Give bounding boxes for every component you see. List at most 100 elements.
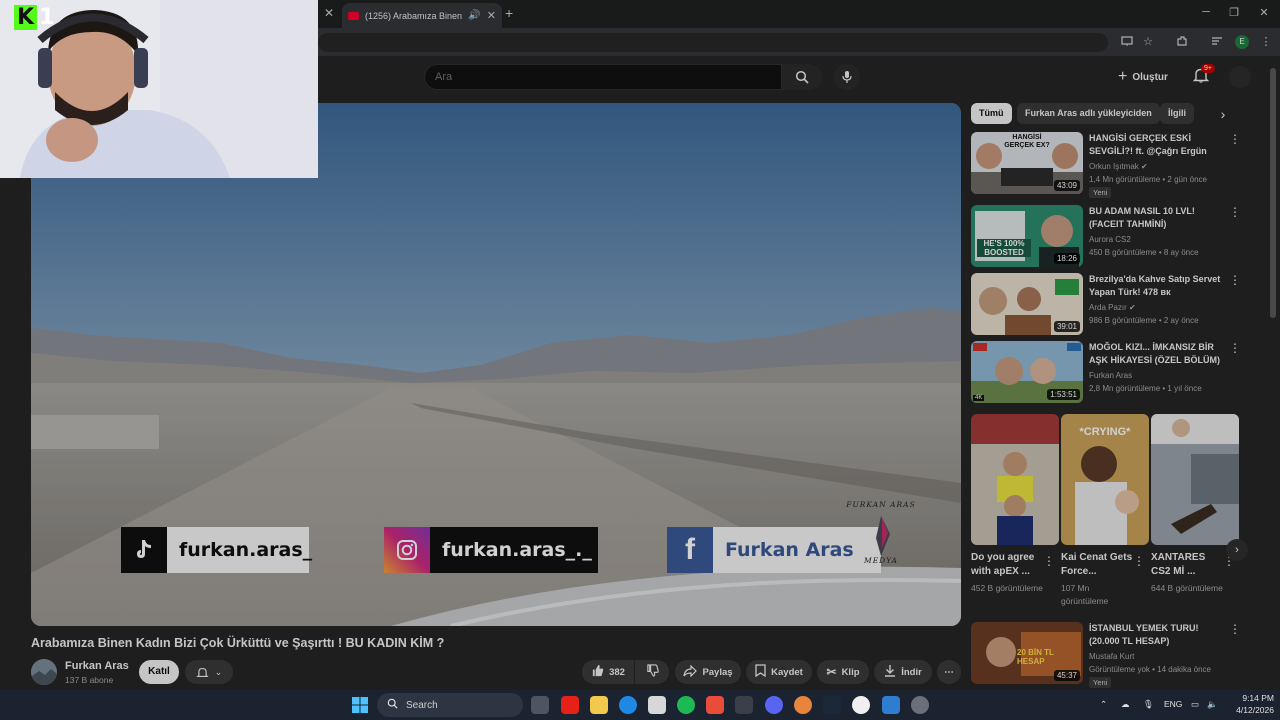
recommendation-title[interactable]: MOĞOL KIZI... İMKANSIZ BİR AŞK HİKAYESİ … bbox=[1089, 341, 1224, 367]
previous-tab-close-icon[interactable]: ✕ bbox=[322, 6, 336, 20]
short-title[interactable]: Kai Cenat Gets Force... bbox=[1061, 551, 1135, 579]
mail-icon[interactable] bbox=[882, 696, 900, 714]
app-icon[interactable] bbox=[735, 696, 753, 714]
short-thumbnail[interactable]: *CRYING* bbox=[1061, 414, 1149, 545]
scrollbar-thumb[interactable] bbox=[1270, 68, 1276, 318]
address-bar[interactable] bbox=[318, 33, 1108, 52]
channel-avatar[interactable] bbox=[31, 659, 57, 685]
volume-icon[interactable]: 🔈 bbox=[1207, 699, 1218, 710]
more-actions-button[interactable]: ⋯ bbox=[937, 660, 961, 684]
chip-all[interactable]: Tümü bbox=[971, 103, 1012, 124]
voice-search-button[interactable] bbox=[834, 64, 860, 90]
more-vertical-icon[interactable]: ⋮ bbox=[1229, 132, 1241, 146]
video-thumbnail[interactable]: 39:01 bbox=[971, 273, 1083, 335]
short-thumbnail[interactable] bbox=[971, 414, 1059, 545]
tab-close-icon[interactable]: ✕ bbox=[487, 9, 496, 22]
clock-time[interactable]: 9:14 PM bbox=[1234, 693, 1274, 703]
recommendation-title[interactable]: BU ADAM NASIL 10 LVL! (FACEIT TAHMİNİ) bbox=[1089, 205, 1224, 231]
profile-avatar-icon[interactable]: E bbox=[1235, 35, 1249, 49]
recommendation-title[interactable]: İSTANBUL YEMEK TURU! (20.000 TL HESAP) bbox=[1089, 622, 1224, 648]
create-button[interactable]: + Oluştur bbox=[1118, 66, 1168, 88]
recommendation-channel[interactable]: Aurora CS2 bbox=[1089, 235, 1131, 244]
recommendation-title[interactable]: HANGİSİ GERÇEK ESKİ SEVGİLİ?! ft. @Çağrı… bbox=[1089, 132, 1224, 158]
chip-from-uploader[interactable]: Furkan Aras adlı yükleyiciden bbox=[1017, 103, 1160, 124]
recommendation-channel[interactable]: Orkun Işıtmak ✔ bbox=[1089, 162, 1148, 171]
page-scrollbar[interactable] bbox=[1270, 68, 1276, 668]
edge-browser-icon[interactable] bbox=[619, 696, 637, 714]
join-button[interactable]: Katıl bbox=[139, 660, 179, 684]
dislike-button[interactable] bbox=[635, 660, 669, 684]
short-item[interactable]: XANTARES CS2 Mİ ... 644 B görüntüleme ⋮ bbox=[1151, 414, 1239, 595]
search-input[interactable] bbox=[435, 71, 771, 83]
more-vertical-icon[interactable]: ⋮ bbox=[1229, 622, 1241, 636]
short-item[interactable]: Do you agree with apEX ... 452 B görüntü… bbox=[971, 414, 1059, 595]
spotify-icon[interactable] bbox=[677, 696, 695, 714]
search-button[interactable] bbox=[782, 64, 822, 90]
video-thumbnail[interactable]: HE'S 100% BOOSTED 18:26 bbox=[971, 205, 1083, 267]
tray-chevron-up-icon[interactable]: ⌃ bbox=[1100, 699, 1107, 710]
cloud-icon[interactable]: ☁ bbox=[1121, 699, 1130, 710]
search-box[interactable] bbox=[424, 64, 782, 90]
app-icon[interactable] bbox=[911, 696, 929, 714]
clip-button[interactable]: ✂ Klip bbox=[817, 660, 869, 684]
short-item[interactable]: *CRYING* Kai Cenat Gets Force... 107 Mn … bbox=[1061, 414, 1149, 608]
recommendation-channel[interactable]: Furkan Aras bbox=[1089, 371, 1132, 380]
account-avatar[interactable] bbox=[1229, 66, 1251, 88]
taskbar-search[interactable]: Search bbox=[377, 693, 523, 717]
subscription-bell-button[interactable]: ⌄ bbox=[185, 660, 233, 684]
store-icon[interactable] bbox=[648, 696, 666, 714]
share-button[interactable]: Paylaş bbox=[675, 660, 741, 684]
video-player[interactable]: furkan.aras_ furkan.aras_._ f Furkan Ara… bbox=[31, 103, 961, 626]
download-button[interactable]: İndir bbox=[874, 660, 932, 684]
short-title[interactable]: Do you agree with apEX ... bbox=[971, 551, 1045, 579]
more-vertical-icon[interactable]: ⋮ bbox=[1229, 273, 1241, 287]
recommendation-item[interactable]: 4K 1:53:51 MOĞOL KIZI... İMKANSIZ BİR AŞ… bbox=[971, 341, 1241, 403]
minimize-icon[interactable]: ─ bbox=[1198, 6, 1214, 18]
channel-name[interactable]: Furkan Aras bbox=[65, 660, 129, 672]
steam-icon[interactable] bbox=[823, 696, 841, 714]
new-tab-button[interactable]: + bbox=[505, 5, 513, 21]
chevron-right-icon[interactable]: › bbox=[1214, 106, 1232, 124]
youtube-app-icon[interactable] bbox=[561, 696, 579, 714]
recommendation-item[interactable]: 39:01 Brezilya'da Kahve Satıp Servet Yap… bbox=[971, 273, 1241, 335]
recommendation-channel[interactable]: Mustafa Kurt bbox=[1089, 652, 1134, 661]
network-icon[interactable]: ▭ bbox=[1191, 699, 1199, 710]
browser-tab-active[interactable]: (1256) Arabamıza Binen Kad 🔊 ✕ bbox=[342, 3, 502, 28]
more-vertical-icon[interactable]: ⋮ bbox=[1133, 554, 1145, 568]
cast-icon[interactable] bbox=[1120, 35, 1134, 49]
video-thumbnail[interactable]: HANGİSİ GERÇEK EX? 43:09 bbox=[971, 132, 1083, 194]
recommendation-channel[interactable]: Arda Pazır ✔ bbox=[1089, 303, 1136, 312]
window-close-icon[interactable]: ✕ bbox=[1256, 6, 1272, 19]
short-thumbnail[interactable] bbox=[1151, 414, 1239, 545]
chevron-right-icon[interactable]: › bbox=[1226, 539, 1248, 561]
browser-menu-icon[interactable]: ⋮ bbox=[1259, 35, 1273, 49]
microphone-icon[interactable]: 🎙 bbox=[1143, 699, 1154, 710]
app-icon[interactable] bbox=[794, 696, 812, 714]
extensions-icon[interactable] bbox=[1175, 35, 1189, 49]
chrome-browser-icon[interactable] bbox=[852, 696, 870, 714]
recommendation-item[interactable]: HE'S 100% BOOSTED 18:26 BU ADAM NASIL 10… bbox=[971, 205, 1241, 267]
input-language[interactable]: ENG bbox=[1164, 699, 1182, 709]
like-button[interactable]: 382 bbox=[582, 660, 634, 684]
file-explorer-icon[interactable] bbox=[590, 696, 608, 714]
more-vertical-icon[interactable]: ⋮ bbox=[1043, 554, 1055, 568]
task-view-icon[interactable] bbox=[531, 696, 549, 714]
video-thumbnail[interactable]: 20 BİN TL HESAP 45:37 bbox=[971, 622, 1083, 684]
clock-date[interactable]: 4/12/2026 bbox=[1226, 705, 1274, 715]
short-title[interactable]: XANTARES CS2 Mİ ... bbox=[1151, 551, 1225, 579]
brave-browser-icon[interactable] bbox=[706, 696, 724, 714]
recommendation-title[interactable]: Brezilya'da Kahve Satıp Servet Yapan Tür… bbox=[1089, 273, 1224, 299]
bookmark-star-icon[interactable]: ☆ bbox=[1141, 35, 1155, 49]
chip-related[interactable]: İlgili bbox=[1160, 103, 1194, 124]
more-vertical-icon[interactable]: ⋮ bbox=[1229, 341, 1241, 355]
video-thumbnail[interactable]: 4K 1:53:51 bbox=[971, 341, 1083, 403]
tab-audio-icon[interactable]: 🔊 bbox=[468, 10, 480, 21]
recommendation-item[interactable]: 20 BİN TL HESAP 45:37 İSTANBUL YEMEK TUR… bbox=[971, 622, 1241, 688]
discord-icon[interactable] bbox=[765, 696, 783, 714]
windows-start-icon[interactable] bbox=[351, 696, 369, 714]
restore-icon[interactable]: ❐ bbox=[1226, 6, 1242, 19]
more-vertical-icon[interactable]: ⋮ bbox=[1229, 205, 1241, 219]
recommendation-item[interactable]: HANGİSİ GERÇEK EX? 43:09 HANGİSİ GERÇEK … bbox=[971, 132, 1241, 198]
save-button[interactable]: Kaydet bbox=[746, 660, 812, 684]
reading-list-icon[interactable] bbox=[1210, 35, 1224, 49]
